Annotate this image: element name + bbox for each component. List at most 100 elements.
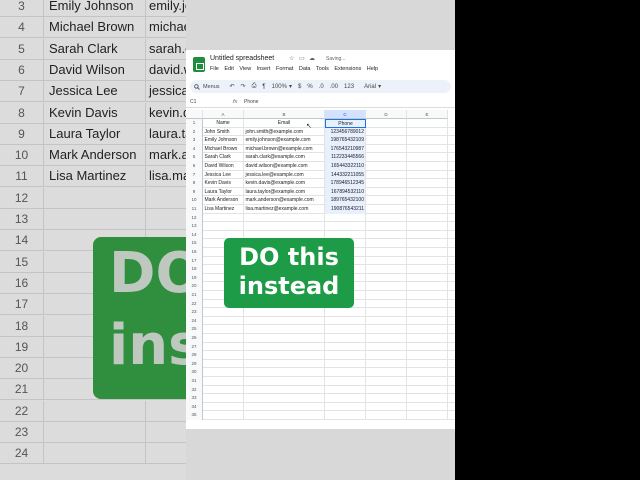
name-cell[interactable]: Jessica Lee	[203, 170, 244, 180]
row-number[interactable]: 2	[186, 127, 203, 137]
menu-view[interactable]: View	[239, 66, 251, 76]
empty-cell[interactable]	[244, 308, 325, 317]
phone-cell[interactable]: 176543210987	[325, 144, 366, 154]
name-cell[interactable]: Michael Brown	[203, 144, 244, 154]
empty-cell[interactable]	[244, 402, 325, 412]
row-number[interactable]: 12	[186, 213, 203, 223]
select-all-corner[interactable]	[186, 110, 203, 119]
empty-cell[interactable]	[244, 385, 325, 395]
empty-cell[interactable]	[407, 239, 448, 248]
empty-cell[interactable]	[325, 411, 366, 420]
empty-cell[interactable]	[203, 325, 244, 334]
empty-cell[interactable]	[325, 316, 366, 326]
empty-cell[interactable]	[366, 334, 407, 343]
empty-cell[interactable]	[407, 205, 448, 214]
empty-cell[interactable]	[203, 334, 244, 343]
menu-data[interactable]: Data	[299, 66, 311, 76]
empty-cell[interactable]	[366, 273, 407, 283]
header-cell[interactable]: Email	[244, 119, 325, 128]
phone-cell[interactable]: 144332211055	[325, 170, 366, 180]
formula-input[interactable]: Phone	[244, 98, 258, 107]
empty-cell[interactable]	[407, 359, 448, 369]
row-number[interactable]: 32	[186, 385, 203, 395]
name-cell[interactable]: Emily Johnson	[203, 136, 244, 145]
name-cell[interactable]: Mark Anderson	[203, 196, 244, 205]
menu-edit[interactable]: Edit	[224, 66, 233, 76]
email-cell[interactable]: jessica.lee@example.com	[244, 170, 325, 180]
menu-file[interactable]: File	[210, 66, 219, 76]
row-number[interactable]: 25	[186, 325, 203, 334]
row-number[interactable]: 8	[186, 179, 203, 188]
name-cell[interactable]: Lisa Martinez	[203, 205, 244, 214]
empty-cell[interactable]	[407, 299, 448, 309]
empty-cell[interactable]	[366, 179, 407, 188]
empty-cell[interactable]	[366, 402, 407, 412]
phone-cell[interactable]: 189765432100	[325, 196, 366, 205]
zoom-select[interactable]: 100%	[272, 84, 287, 90]
decrease-decimal-button[interactable]: .0	[319, 84, 324, 90]
menu-extensions[interactable]: Extensions	[334, 66, 361, 76]
phone-cell[interactable]: 112233445566	[325, 153, 366, 162]
empty-cell[interactable]	[203, 308, 244, 317]
empty-cell[interactable]	[366, 248, 407, 257]
empty-cell[interactable]	[366, 377, 407, 386]
empty-cell[interactable]	[407, 368, 448, 377]
row-number[interactable]: 10	[186, 196, 203, 205]
empty-cell[interactable]	[407, 136, 448, 145]
empty-cell[interactable]	[366, 187, 407, 197]
row-number[interactable]: 1	[186, 119, 203, 128]
empty-cell[interactable]	[366, 282, 407, 291]
name-cell[interactable]: Kevin Davis	[203, 179, 244, 188]
empty-cell[interactable]	[366, 368, 407, 377]
empty-cell[interactable]	[366, 230, 407, 240]
empty-cell[interactable]	[244, 359, 325, 369]
empty-cell[interactable]	[407, 377, 448, 386]
row-number[interactable]: 29	[186, 359, 203, 369]
column-header-e[interactable]: E	[407, 110, 448, 119]
empty-cell[interactable]	[325, 385, 366, 395]
empty-cell[interactable]	[407, 144, 448, 154]
empty-cell[interactable]	[407, 411, 448, 420]
row-number[interactable]: 9	[186, 187, 203, 197]
row-number[interactable]: 7	[186, 170, 203, 180]
empty-cell[interactable]	[325, 359, 366, 369]
row-number[interactable]: 20	[186, 282, 203, 291]
empty-cell[interactable]	[407, 342, 448, 352]
empty-cell[interactable]	[366, 359, 407, 369]
empty-cell[interactable]	[244, 213, 325, 223]
empty-cell[interactable]	[366, 308, 407, 317]
empty-cell[interactable]	[244, 342, 325, 352]
empty-cell[interactable]	[407, 213, 448, 223]
menu-insert[interactable]: Insert	[257, 66, 271, 76]
row-number[interactable]: 4	[186, 144, 203, 154]
email-cell[interactable]: mark.anderson@example.com	[244, 196, 325, 205]
empty-cell[interactable]	[244, 334, 325, 343]
row-number[interactable]: 28	[186, 351, 203, 360]
empty-cell[interactable]	[407, 282, 448, 291]
number-format-button[interactable]: 123	[344, 84, 354, 90]
empty-cell[interactable]	[407, 187, 448, 197]
row-number[interactable]: 35	[186, 411, 203, 420]
empty-cell[interactable]	[407, 179, 448, 188]
name-cell[interactable]: David Wilson	[203, 162, 244, 171]
empty-cell[interactable]	[407, 230, 448, 240]
row-number[interactable]: 26	[186, 334, 203, 343]
row-number[interactable]: 11	[186, 205, 203, 214]
cloud-status-icon[interactable]: ☁	[309, 55, 315, 62]
phone-cell[interactable]: 123456789012	[325, 127, 366, 137]
empty-cell[interactable]	[325, 377, 366, 386]
empty-cell[interactable]	[407, 196, 448, 205]
empty-cell[interactable]	[325, 394, 366, 403]
empty-cell[interactable]	[366, 196, 407, 205]
move-folder-icon[interactable]: ▭	[299, 55, 305, 62]
phone-cell[interactable]: 165443322110	[325, 162, 366, 171]
row-number[interactable]: 33	[186, 394, 203, 403]
empty-cell[interactable]	[366, 256, 407, 266]
empty-cell[interactable]	[407, 394, 448, 403]
empty-cell[interactable]	[203, 394, 244, 403]
empty-cell[interactable]	[325, 213, 366, 223]
currency-format-button[interactable]: $	[298, 84, 301, 90]
search-menus-button[interactable]: Menus	[194, 84, 220, 90]
empty-cell[interactable]	[407, 248, 448, 257]
empty-cell[interactable]	[407, 273, 448, 283]
